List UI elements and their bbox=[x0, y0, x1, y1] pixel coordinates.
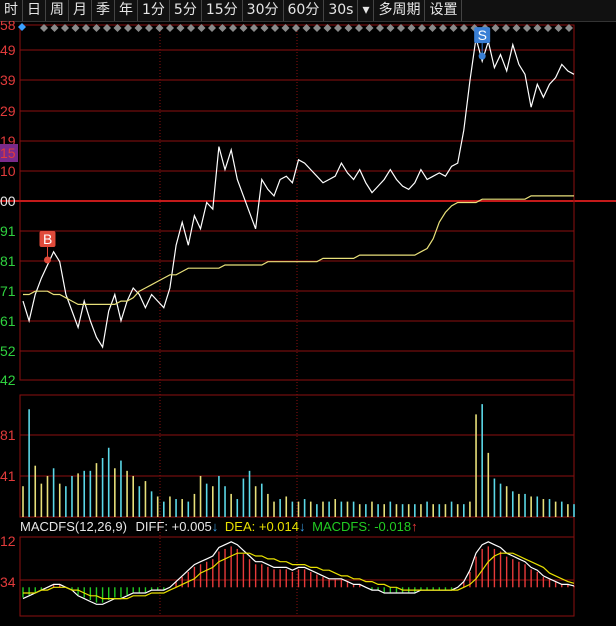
period-button-2[interactable]: 周 bbox=[46, 0, 69, 21]
period-button-4[interactable]: 季 bbox=[92, 0, 115, 21]
marker-dot bbox=[478, 52, 486, 60]
sell-marker-label: S bbox=[478, 27, 487, 43]
stock-chart: 5849392919100091817161524215BS81411234 bbox=[0, 21, 616, 617]
macd-diff-arrow: ↓ bbox=[211, 519, 219, 534]
macd-diff-label: DIFF: +0.005 bbox=[135, 519, 212, 534]
macd-dea-arrow: ↓ bbox=[298, 519, 306, 534]
volume-tick-label: 41 bbox=[0, 468, 16, 484]
price-tick-label: 71 bbox=[0, 283, 16, 299]
period-button-10[interactable]: 60分 bbox=[284, 0, 325, 21]
period-button-9[interactable]: 30分 bbox=[243, 0, 284, 21]
period-button-3[interactable]: 月 bbox=[69, 0, 92, 21]
period-button-7[interactable]: 5分 bbox=[170, 0, 202, 21]
average-price-line bbox=[23, 195, 574, 305]
price-tick-label: 81 bbox=[0, 253, 16, 269]
current-price-tick-label: 15 bbox=[0, 145, 16, 161]
period-button-1[interactable]: 日 bbox=[23, 0, 46, 21]
price-tick-label: 42 bbox=[0, 372, 16, 388]
price-tick-label: 49 bbox=[0, 42, 16, 58]
period-button-14[interactable]: 设置 bbox=[425, 0, 463, 21]
period-button-12[interactable]: ▾ bbox=[358, 0, 375, 21]
macd-value-arrow: ↑ bbox=[411, 519, 418, 534]
period-button-13[interactable]: 多周期 bbox=[374, 0, 426, 21]
price-tick-label: 29 bbox=[0, 103, 16, 119]
macd-tick-label: 34 bbox=[0, 574, 16, 590]
price-tick-label: 10 bbox=[0, 163, 16, 179]
price-tick-label: 39 bbox=[0, 72, 16, 88]
marker-dot bbox=[43, 256, 51, 264]
period-toolbar: 时日周月季年 1分 5分 15分 30分 60分 30s ▾ 多周期 设置 bbox=[0, 0, 616, 22]
price-tick-label: 00 bbox=[0, 193, 16, 209]
period-button-0[interactable]: 时 bbox=[0, 0, 23, 21]
period-button-11[interactable]: 30s bbox=[324, 0, 359, 21]
buy-marker-label: B bbox=[43, 231, 52, 247]
price-tick-label: 61 bbox=[0, 313, 16, 329]
event-marker-diamond-active bbox=[18, 23, 26, 31]
macd-tick-label: 12 bbox=[0, 533, 16, 549]
period-button-5[interactable]: 年 bbox=[115, 0, 138, 21]
volume-tick-label: 81 bbox=[0, 427, 16, 443]
macd-dea-label: DEA: +0.014 bbox=[224, 519, 299, 534]
period-button-6[interactable]: 1分 bbox=[138, 0, 170, 21]
macd-value-label: MACDFS: -0.018 bbox=[312, 519, 412, 534]
price-tick-label: 91 bbox=[0, 223, 16, 239]
macd-legend: MACDFS(12,26,9) DIFF: +0.005↓ DEA: +0.01… bbox=[20, 519, 418, 535]
period-button-8[interactable]: 15分 bbox=[202, 0, 243, 21]
macd-legend-name: MACDFS(12,26,9) bbox=[20, 519, 127, 534]
price-tick-label: 58 bbox=[0, 21, 16, 33]
price-tick-label: 52 bbox=[0, 343, 16, 359]
price-line bbox=[22, 37, 575, 349]
